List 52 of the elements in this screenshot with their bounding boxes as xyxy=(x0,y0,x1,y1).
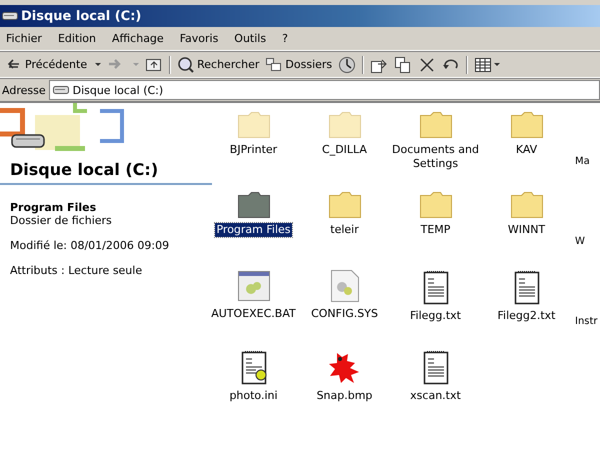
search-icon xyxy=(177,56,196,74)
notepad-icon xyxy=(512,269,540,305)
menu-item[interactable]: Favoris xyxy=(174,32,224,45)
window-title: Disque local (C:) xyxy=(21,8,142,24)
file-label[interactable]: TEMP xyxy=(420,223,452,237)
file-label[interactable]: Filegg2.txt xyxy=(496,309,556,323)
search-button[interactable]: Rechercher xyxy=(174,54,262,76)
file-label[interactable]: W xyxy=(575,235,585,249)
notepad-icon xyxy=(422,269,450,305)
folders-icon xyxy=(265,56,284,74)
back-button[interactable]: Précédente xyxy=(2,54,104,76)
copy-to-icon xyxy=(394,56,412,74)
attributes-text: Attributs : Lecture seule xyxy=(10,264,144,277)
modified-date: Modifié le: 08/01/2006 09:09 xyxy=(10,239,170,252)
menu-item[interactable]: Outils xyxy=(228,32,272,45)
file-label[interactable]: Snap.bmp xyxy=(316,389,374,403)
notepad-icon xyxy=(422,349,450,385)
file-label[interactable]: AUTOEXEC.BAT xyxy=(210,307,297,321)
panel-title: Disque local (C:) xyxy=(0,158,212,185)
address-field[interactable]: Disque local (C:) xyxy=(48,80,600,100)
file-label[interactable]: teleir xyxy=(329,223,360,237)
delete-icon xyxy=(418,56,436,74)
clock-icon xyxy=(338,56,356,74)
file-label[interactable]: Instr xyxy=(575,315,598,329)
grid-icon xyxy=(474,56,492,74)
drive-icon xyxy=(52,85,69,95)
caret-icon xyxy=(494,63,500,66)
file-label[interactable]: Filegg.txt xyxy=(408,309,462,323)
file-label[interactable]: xscan.txt xyxy=(409,389,462,403)
file-label[interactable]: KAV xyxy=(514,143,538,157)
file-label[interactable]: BJPrinter xyxy=(228,143,278,157)
gears-document-icon xyxy=(330,269,360,303)
gears-window-icon xyxy=(236,269,270,303)
item-name: Program Files xyxy=(10,201,98,214)
file-label[interactable]: photo.ini xyxy=(228,389,279,403)
drive-icon xyxy=(2,11,18,21)
file-label[interactable]: C_DILLA xyxy=(321,143,368,157)
caret-icon xyxy=(95,63,102,66)
folders-button[interactable]: Dossiers xyxy=(262,54,336,76)
caret-icon xyxy=(133,63,140,66)
file-label[interactable]: CONFIG.SYS xyxy=(310,307,379,321)
menu-item[interactable]: Fichier xyxy=(0,32,48,45)
file-label[interactable]: Ma xyxy=(575,155,590,169)
file-label[interactable]: WINNT xyxy=(506,223,546,237)
gear-notepad-icon xyxy=(240,349,268,385)
menu-item[interactable]: Edition xyxy=(52,32,102,45)
menu-item[interactable]: Affichage xyxy=(106,32,170,45)
menu-item[interactable]: ? xyxy=(276,32,294,45)
file-label[interactable]: Program Files xyxy=(215,223,292,237)
address-label: Adresse xyxy=(1,84,47,96)
item-type: Dossier de fichiers xyxy=(10,214,113,227)
file-label[interactable]: Documents and Settings xyxy=(390,143,481,171)
